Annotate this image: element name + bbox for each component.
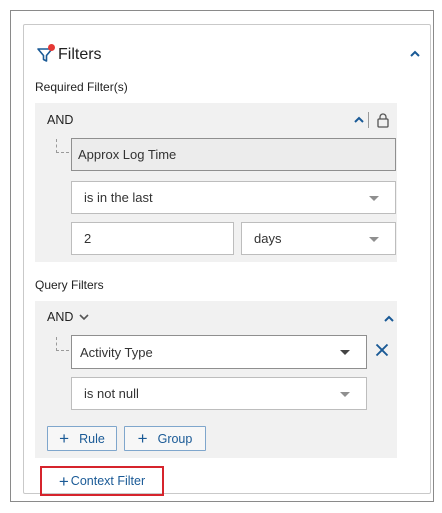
close-icon[interactable]	[375, 343, 389, 357]
filters-window: Filters Required Filter(s) AND Approx Lo…	[10, 10, 434, 502]
required-operator: AND	[47, 113, 74, 127]
chevron-down-icon	[340, 391, 350, 397]
required-value-input[interactable]: 2	[71, 222, 234, 255]
filters-card: Filters Required Filter(s) AND Approx Lo…	[23, 24, 431, 496]
chevron-down-icon	[369, 236, 379, 242]
tree-connector	[56, 139, 69, 153]
plus-icon: +	[58, 471, 69, 491]
required-condition-select[interactable]: is in the last	[71, 181, 396, 214]
plus-icon: +	[137, 429, 148, 448]
chevron-down-icon	[369, 195, 379, 201]
add-rule-button[interactable]: + Rule	[47, 426, 117, 451]
chevron-down-icon	[340, 350, 350, 355]
page-title: Filters	[58, 46, 102, 63]
lock-icon[interactable]	[376, 112, 390, 128]
add-group-button[interactable]: + Group	[124, 426, 206, 451]
required-field-value: Approx Log Time	[78, 147, 177, 162]
query-operator: AND	[47, 310, 74, 324]
query-condition-select[interactable]: is not null	[71, 377, 367, 410]
required-filter-panel: AND Approx Log Time is in the last 2 day…	[35, 103, 397, 262]
required-unit-select[interactable]: days	[241, 222, 396, 255]
query-field-select[interactable]: Activity Type	[71, 335, 367, 369]
required-condition-value: is in the last	[84, 190, 153, 205]
divider	[368, 112, 369, 128]
notification-dot	[48, 44, 55, 51]
add-group-label: Group	[157, 431, 193, 446]
query-condition-value: is not null	[84, 386, 139, 401]
add-rule-label: Rule	[79, 431, 105, 446]
required-field-input[interactable]: Approx Log Time	[71, 138, 396, 171]
context-filter-label: Context Filter	[70, 474, 146, 488]
query-operator-dropdown[interactable]: AND	[47, 310, 91, 324]
plus-icon: +	[59, 429, 70, 448]
chevron-up-icon[interactable]	[408, 47, 422, 61]
chevron-up-icon[interactable]	[382, 312, 396, 326]
add-context-filter-button[interactable]: + Context Filter	[40, 466, 164, 496]
required-unit-value: days	[254, 231, 282, 246]
query-filters-label: Query Filters	[35, 278, 104, 292]
filters-header: Filters	[36, 44, 102, 65]
query-filter-panel: AND Activity Type is not null + Rule + G…	[35, 301, 397, 458]
tree-connector	[56, 337, 69, 351]
required-value-text: 2	[84, 231, 92, 246]
chevron-down-icon	[79, 314, 89, 321]
chevron-up-icon[interactable]	[352, 113, 366, 127]
filter-icon	[36, 44, 55, 64]
required-filters-label: Required Filter(s)	[35, 80, 128, 94]
query-field-value: Activity Type	[80, 344, 153, 360]
